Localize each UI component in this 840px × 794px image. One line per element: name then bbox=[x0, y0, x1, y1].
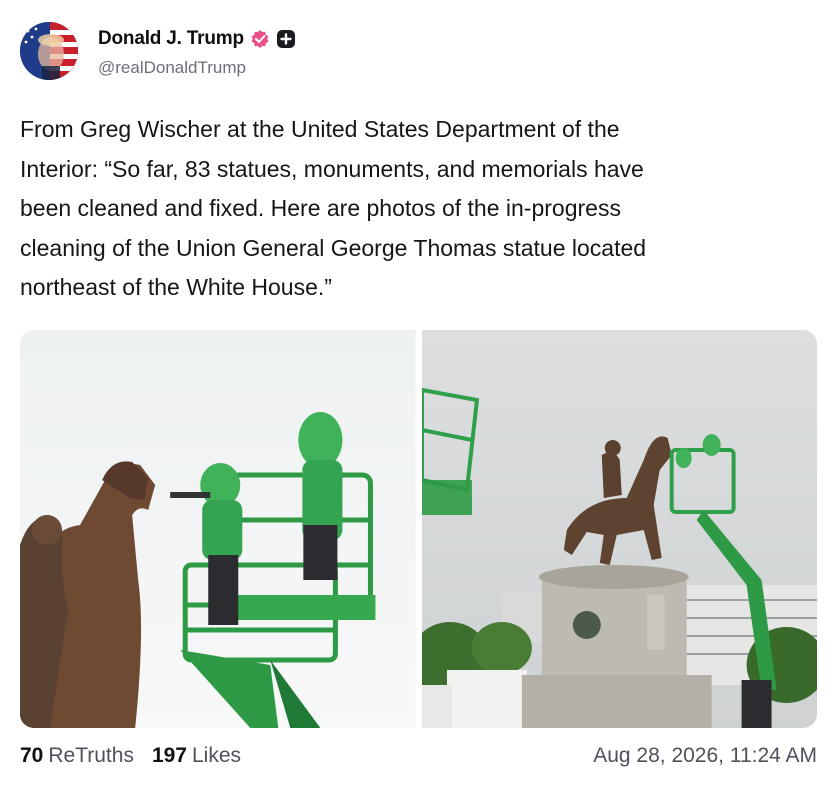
author-display-name[interactable]: Donald J. Trump bbox=[98, 28, 244, 50]
verified-badge-icon bbox=[250, 29, 270, 49]
author-name-row: Donald J. Trump bbox=[98, 26, 296, 52]
post-text: From Greg Wischer at the United States D… bbox=[20, 116, 647, 300]
retruths-label: ReTruths bbox=[48, 744, 134, 767]
flag-portrait-avatar-icon bbox=[20, 22, 78, 80]
retruths-stat[interactable]: 70 ReTruths bbox=[20, 744, 134, 768]
likes-label: Likes bbox=[192, 744, 242, 767]
statue-monument-wide-photo[interactable] bbox=[421, 330, 817, 728]
statue-cleaning-closeup-photo[interactable] bbox=[20, 330, 416, 728]
plus-badge-icon bbox=[276, 29, 296, 49]
likes-count: 197 bbox=[151, 744, 187, 767]
author-handle[interactable]: @realDonaldTrump bbox=[98, 58, 246, 78]
post-timestamp[interactable]: Aug 28, 2026, 11:24 AM bbox=[593, 744, 817, 768]
likes-stat[interactable]: 197 Likes bbox=[152, 744, 241, 768]
media-grid bbox=[20, 330, 817, 728]
avatar[interactable] bbox=[20, 22, 78, 80]
retruths-count: 70 bbox=[20, 744, 44, 767]
post-stats: 70 ReTruths 197 Likes bbox=[20, 744, 241, 768]
